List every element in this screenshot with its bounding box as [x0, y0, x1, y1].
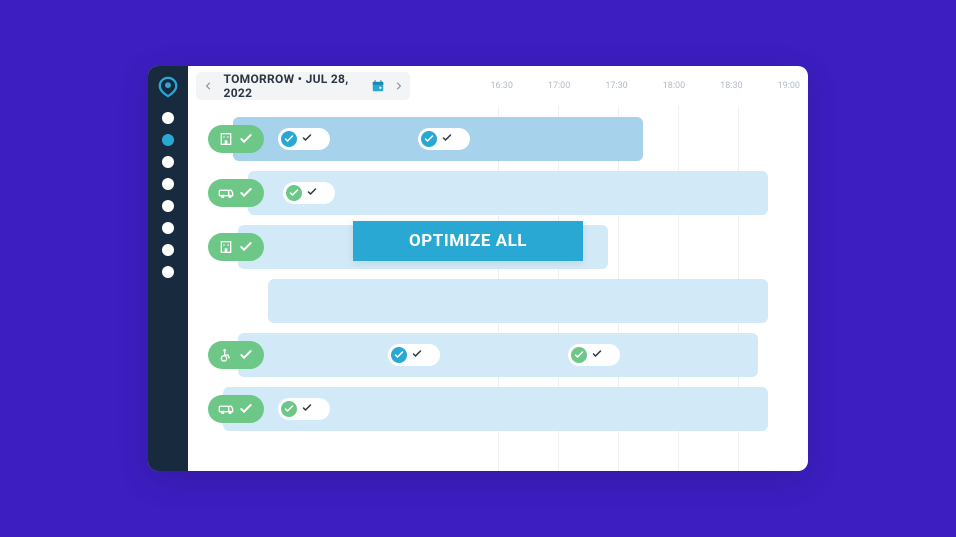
time-tick: 18:00	[663, 81, 685, 91]
schedule-row	[188, 384, 808, 434]
sidebar-nav-dot[interactable]	[162, 200, 174, 212]
time-tick: 19:00	[778, 81, 800, 91]
stop-pill[interactable]	[283, 182, 335, 204]
calendar-icon[interactable]	[371, 78, 385, 94]
check-icon	[441, 132, 453, 147]
status-circle-icon	[421, 131, 437, 147]
optimize-all-button[interactable]: OPTIMIZE ALL	[353, 221, 583, 261]
stop-pill[interactable]	[278, 128, 330, 150]
check-icon	[306, 186, 318, 201]
date-navigator: TOMORROW • JUL 28, 2022	[196, 72, 410, 100]
check-icon	[238, 347, 254, 363]
check-icon	[301, 402, 313, 417]
check-icon	[238, 131, 254, 147]
status-circle-icon	[281, 131, 297, 147]
status-circle-icon	[391, 347, 407, 363]
stop-pill[interactable]	[418, 128, 470, 150]
wheelchair-icon	[218, 347, 234, 363]
check-icon	[238, 239, 254, 255]
building-icon	[218, 131, 234, 147]
sidebar-nav-dot[interactable]	[162, 112, 174, 124]
stop-pill[interactable]	[278, 398, 330, 420]
sidebar-nav-dot[interactable]	[162, 156, 174, 168]
sidebar-nav-dot[interactable]	[162, 266, 174, 278]
check-icon	[411, 348, 423, 363]
time-axis: 16:30 17:00 17:30 18:00 18:30 19:00	[410, 81, 800, 91]
prev-day-button[interactable]	[200, 76, 218, 96]
sidebar-nav-dot[interactable]	[162, 134, 174, 146]
stop-pill[interactable]	[388, 344, 440, 366]
vehicle-pill[interactable]	[208, 125, 264, 153]
check-icon	[238, 401, 254, 417]
building-icon	[218, 239, 234, 255]
trip-track[interactable]	[268, 279, 768, 323]
next-day-button[interactable]	[389, 76, 407, 96]
van-icon	[218, 401, 234, 417]
status-circle-icon	[281, 401, 297, 417]
status-circle-icon	[571, 347, 587, 363]
app-window: TOMORROW • JUL 28, 2022 16:3017:0017:301…	[148, 66, 808, 471]
vehicle-pill[interactable]	[208, 341, 264, 369]
van-icon	[218, 185, 234, 201]
trip-track[interactable]	[238, 333, 758, 377]
sidebar-nav-dot[interactable]	[162, 222, 174, 234]
schedule-row	[188, 276, 808, 326]
sidebar-nav-dot[interactable]	[162, 244, 174, 256]
schedule-row	[188, 330, 808, 380]
vehicle-pill[interactable]	[208, 179, 264, 207]
schedule-grid: OPTIMIZE ALL	[188, 106, 808, 471]
logo-icon	[157, 76, 179, 98]
date-label: TOMORROW • JUL 28, 2022	[218, 72, 367, 100]
sidebar-nav-dot[interactable]	[162, 178, 174, 190]
sidebar	[148, 66, 188, 471]
main-panel: TOMORROW • JUL 28, 2022 16:3017:0017:301…	[188, 66, 808, 471]
status-circle-icon	[286, 185, 302, 201]
time-tick: 18:30	[720, 81, 742, 91]
check-icon	[301, 132, 313, 147]
vehicle-pill[interactable]	[208, 395, 264, 423]
vehicle-pill[interactable]	[208, 233, 264, 261]
time-tick: 17:30	[605, 81, 627, 91]
schedule-row	[188, 114, 808, 164]
header-bar: TOMORROW • JUL 28, 2022 16:3017:0017:301…	[188, 66, 808, 106]
time-tick: 16:30	[490, 81, 512, 91]
check-icon	[591, 348, 603, 363]
time-tick: 17:00	[548, 81, 570, 91]
stop-pill[interactable]	[568, 344, 620, 366]
schedule-row	[188, 168, 808, 218]
check-icon	[238, 185, 254, 201]
